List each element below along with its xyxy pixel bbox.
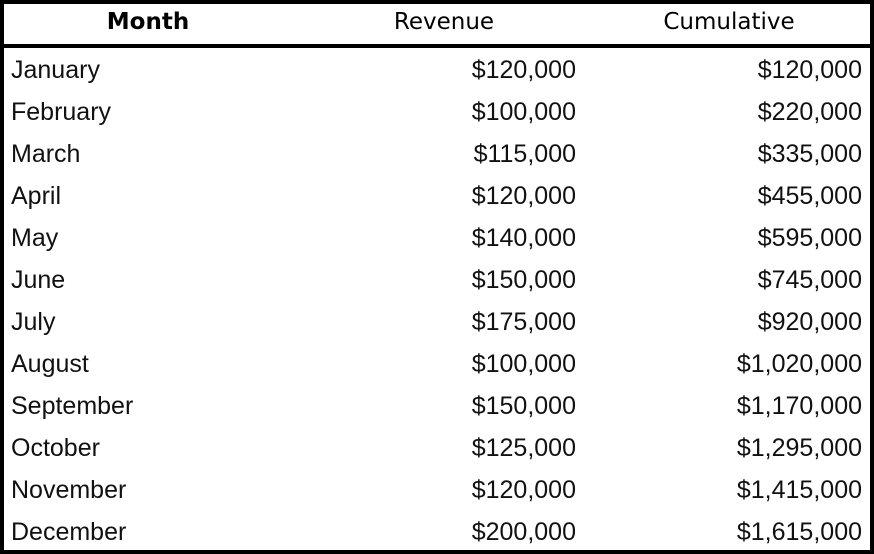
- cell-revenue: $200,000: [471, 518, 576, 546]
- cell-revenue: $120,000: [471, 56, 576, 84]
- revenue-table: Month Revenue Cumulative January $120,000…: [0, 0, 874, 554]
- table-row: December $200,000 $1,615,000: [4, 510, 870, 552]
- cell-month: December: [11, 518, 127, 546]
- header-revenue: Revenue: [393, 9, 495, 35]
- table-row: June $150,000 $745,000: [4, 258, 870, 300]
- table-row: May $140,000 $595,000: [4, 216, 870, 258]
- table-row: March $115,000 $335,000: [4, 132, 870, 174]
- cell-cumulative: $220,000: [757, 98, 862, 126]
- header-cumulative: Cumulative: [663, 9, 795, 35]
- cell-revenue: $150,000: [471, 392, 576, 420]
- cell-month: March: [11, 140, 81, 168]
- table-row: October $125,000 $1,295,000: [4, 426, 870, 468]
- table-row: November $120,000 $1,415,000: [4, 468, 870, 510]
- cell-revenue: $120,000: [471, 476, 576, 504]
- cell-cumulative: $745,000: [757, 266, 862, 294]
- cell-month: May: [11, 224, 59, 252]
- table-row: August $100,000 $1,020,000: [4, 342, 870, 384]
- cell-revenue: $150,000: [471, 266, 576, 294]
- table-row: February $100,000 $220,000: [4, 90, 870, 132]
- cell-cumulative: $1,615,000: [736, 518, 862, 546]
- cell-cumulative: $120,000: [757, 56, 862, 84]
- cell-month: October: [11, 434, 100, 462]
- cell-cumulative: $335,000: [757, 140, 862, 168]
- cell-revenue: $140,000: [471, 224, 576, 252]
- cell-month: April: [11, 182, 62, 210]
- cell-revenue: $175,000: [471, 308, 576, 336]
- cell-cumulative: $1,415,000: [736, 476, 862, 504]
- table-header: Month Revenue Cumulative: [4, 4, 870, 48]
- table-row: July $175,000 $920,000: [4, 300, 870, 342]
- cell-revenue: $100,000: [471, 98, 576, 126]
- cell-month: June: [11, 266, 66, 294]
- cell-revenue: $125,000: [471, 434, 576, 462]
- cell-cumulative: $595,000: [757, 224, 862, 252]
- table-body: January $120,000 $120,000 February $100,000 $…: [4, 48, 870, 552]
- cell-month: February: [11, 98, 112, 126]
- cell-month: September: [11, 392, 134, 420]
- table-row: January $120,000 $120,000: [4, 48, 870, 90]
- cell-revenue: $100,000: [471, 350, 576, 378]
- cell-month: January: [11, 56, 100, 84]
- cell-month: November: [11, 476, 127, 504]
- cell-cumulative: $455,000: [757, 182, 862, 210]
- header-month: Month: [106, 9, 190, 35]
- cell-month: August: [11, 350, 89, 378]
- cell-cumulative: $1,295,000: [736, 434, 862, 462]
- table-row: April $120,000 $455,000: [4, 174, 870, 216]
- cell-cumulative: $920,000: [757, 308, 862, 336]
- cell-revenue: $120,000: [471, 182, 576, 210]
- cell-month: July: [11, 308, 56, 336]
- cell-revenue: $115,000: [473, 140, 576, 168]
- cell-cumulative: $1,170,000: [736, 392, 862, 420]
- cell-cumulative: $1,020,000: [736, 350, 862, 378]
- table-row: September $150,000 $1,170,000: [4, 384, 870, 426]
